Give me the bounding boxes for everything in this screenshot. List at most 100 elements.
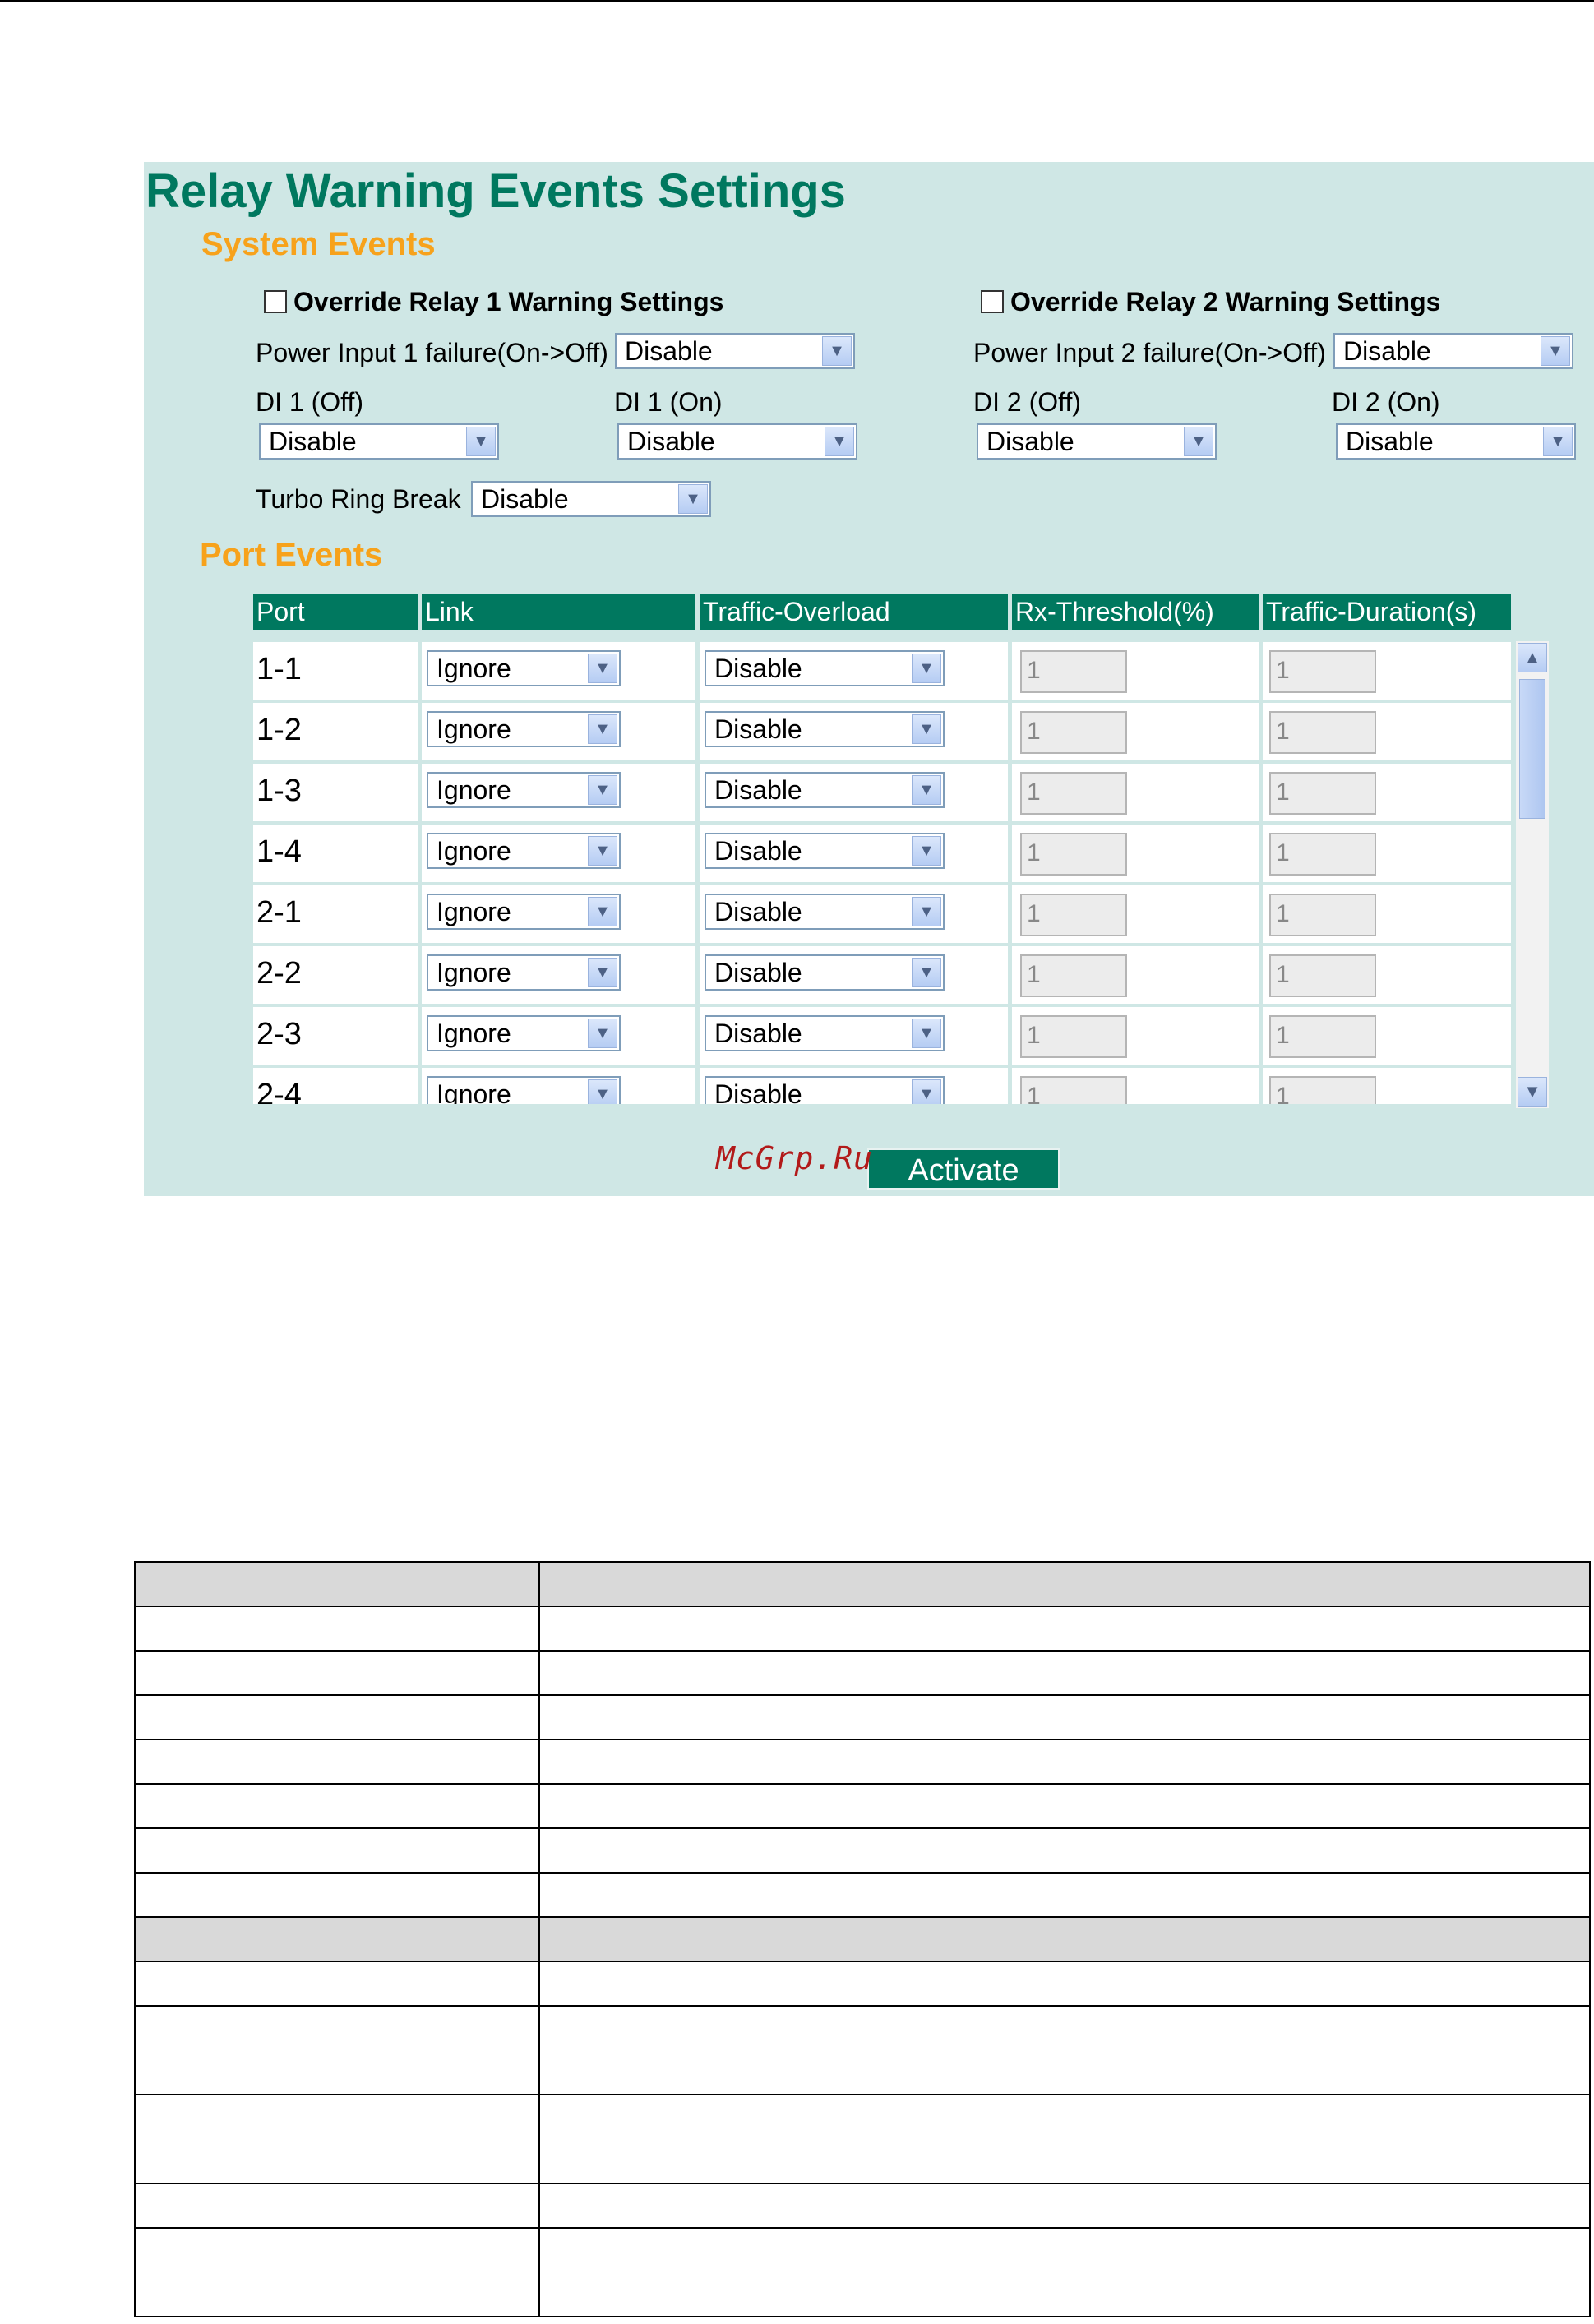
turbo-ring-break-select[interactable]: Disable ▼ [471,481,711,517]
chevron-down-icon: ▼ [912,654,941,683]
rx-threshold-cell: 1 [1012,764,1259,821]
traffic-overload-cell: Disable ▼ [700,1068,1008,1104]
traffic-overload-select[interactable]: Disable ▼ [705,711,945,747]
table-row: 1-2 Ignore ▼ Disable ▼ 1 1 [253,703,1511,764]
link-cell: Ignore ▼ [422,1007,695,1065]
rx-threshold-input[interactable]: 1 [1020,650,1127,693]
traffic-duration-input[interactable]: 1 [1269,833,1376,876]
traffic-duration-cell: 1 [1263,703,1511,760]
port-cell: 1-4 [253,825,418,882]
di1-on-select[interactable]: Disable ▼ [617,423,857,460]
rx-threshold-input[interactable]: 1 [1020,894,1127,936]
rx-threshold-input[interactable]: 1 [1020,711,1127,754]
traffic-overload-value: Disable [714,958,802,987]
traffic-overload-select[interactable]: Disable ▼ [705,1076,945,1104]
port-cell: 2-2 [253,946,418,1004]
port-label: 1-4 [256,834,302,869]
port-cell: 1-1 [253,642,418,700]
chevron-down-icon: ▼ [588,1079,617,1104]
table-row: 2-2 Ignore ▼ Disable ▼ 1 1 [253,946,1511,1007]
chevron-down-icon: ▼ [912,958,941,987]
traffic-overload-value: Disable [714,775,802,805]
traffic-overload-value: Disable [714,836,802,866]
link-select[interactable]: Ignore ▼ [427,772,621,808]
traffic-duration-input[interactable]: 1 [1269,1076,1376,1104]
traffic-overload-select[interactable]: Disable ▼ [705,772,945,808]
traffic-overload-select[interactable]: Disable ▼ [705,894,945,930]
rx-threshold-input[interactable]: 1 [1020,772,1127,815]
link-value: Ignore [437,836,511,866]
chevron-down-icon: ▼ [912,897,941,926]
port-cell: 1-3 [253,764,418,821]
rx-threshold-input[interactable]: 1 [1020,833,1127,876]
chevron-down-icon: ▼ [588,897,617,926]
rx-threshold-input[interactable]: 1 [1020,1076,1127,1104]
traffic-duration-input[interactable]: 1 [1269,772,1376,815]
di2-off-select[interactable]: Disable ▼ [977,423,1217,460]
chevron-down-icon: ▼ [1541,336,1570,366]
turbo-ring-break-value: Disable [481,484,569,514]
power-input1-select[interactable]: Disable ▼ [615,333,855,369]
activate-button[interactable]: Activate [867,1148,1060,1190]
traffic-overload-select[interactable]: Disable ▼ [705,1015,945,1051]
di1-on-value: Disable [627,427,715,456]
table-row: 2-1 Ignore ▼ Disable ▼ 1 1 [253,885,1511,946]
chevron-down-icon: ▼ [912,836,941,866]
traffic-duration-input[interactable]: 1 [1269,1015,1376,1058]
link-cell: Ignore ▼ [422,885,695,943]
traffic-duration-input[interactable]: 1 [1269,650,1376,693]
link-select[interactable]: Ignore ▼ [427,1076,621,1104]
table-row [134,2005,1591,2095]
override-relay1-checkbox[interactable] [264,290,287,313]
arrow-up-icon[interactable]: ▲ [1518,643,1547,672]
rx-threshold-input[interactable]: 1 [1020,1015,1127,1058]
scrollbar-thumb[interactable] [1519,679,1545,819]
link-select[interactable]: Ignore ▼ [427,833,621,869]
chevron-down-icon: ▼ [588,1019,617,1048]
col-rx-threshold: Rx-Threshold(%) [1015,597,1214,626]
override-relay1-label: Override Relay 1 Warning Settings [293,287,724,316]
port-cell: 1-2 [253,703,418,760]
link-select[interactable]: Ignore ▼ [427,711,621,747]
traffic-overload-select[interactable]: Disable ▼ [705,833,945,869]
table-row [134,1606,1591,1652]
traffic-overload-value: Disable [714,1079,802,1104]
power-input2-select[interactable]: Disable ▼ [1333,333,1573,369]
di2-on-select[interactable]: Disable ▼ [1336,423,1576,460]
relay-warning-panel: Relay Warning Events Settings System Eve… [144,162,1594,1196]
port-events-heading: Port Events [200,537,383,573]
link-value: Ignore [437,958,511,987]
traffic-duration-cell: 1 [1263,642,1511,700]
traffic-duration-cell: 1 [1263,1007,1511,1065]
traffic-overload-select[interactable]: Disable ▼ [705,954,945,991]
traffic-overload-value: Disable [714,897,802,926]
table-row: 1-3 Ignore ▼ Disable ▼ 1 1 [253,764,1511,825]
power-input1-value: Disable [625,336,713,366]
link-select[interactable]: Ignore ▼ [427,1015,621,1051]
di1-off-select[interactable]: Disable ▼ [259,423,499,460]
table-row [134,2094,1591,2184]
rx-threshold-input[interactable]: 1 [1020,954,1127,997]
traffic-overload-value: Disable [714,714,802,744]
port-cell: 2-4 [253,1068,418,1104]
port-events-table[interactable]: 1-1 Ignore ▼ Disable ▼ 1 1 1-2 Ignore ▼ Disable ▼ 1 1… [253,642,1511,1104]
table-row [134,1739,1591,1785]
chevron-down-icon: ▼ [912,714,941,744]
arrow-down-icon[interactable]: ▼ [1518,1077,1547,1107]
link-select[interactable]: Ignore ▼ [427,650,621,686]
system-events-heading: System Events [201,226,436,262]
traffic-duration-input[interactable]: 1 [1269,711,1376,754]
link-cell: Ignore ▼ [422,1068,695,1104]
link-select[interactable]: Ignore ▼ [427,954,621,991]
table-row: 2-3 Ignore ▼ Disable ▼ 1 1 [253,1007,1511,1068]
override-relay2-checkbox[interactable] [981,290,1004,313]
rx-threshold-cell: 1 [1012,885,1259,943]
port-table-scrollbar[interactable]: ▲ ▼ [1516,641,1549,1108]
link-select[interactable]: Ignore ▼ [427,894,621,930]
traffic-duration-input[interactable]: 1 [1269,894,1376,936]
table-row [134,1694,1591,1740]
traffic-duration-input[interactable]: 1 [1269,954,1376,997]
port-label: 2-1 [256,895,302,930]
traffic-overload-select[interactable]: Disable ▼ [705,650,945,686]
traffic-duration-cell: 1 [1263,885,1511,943]
